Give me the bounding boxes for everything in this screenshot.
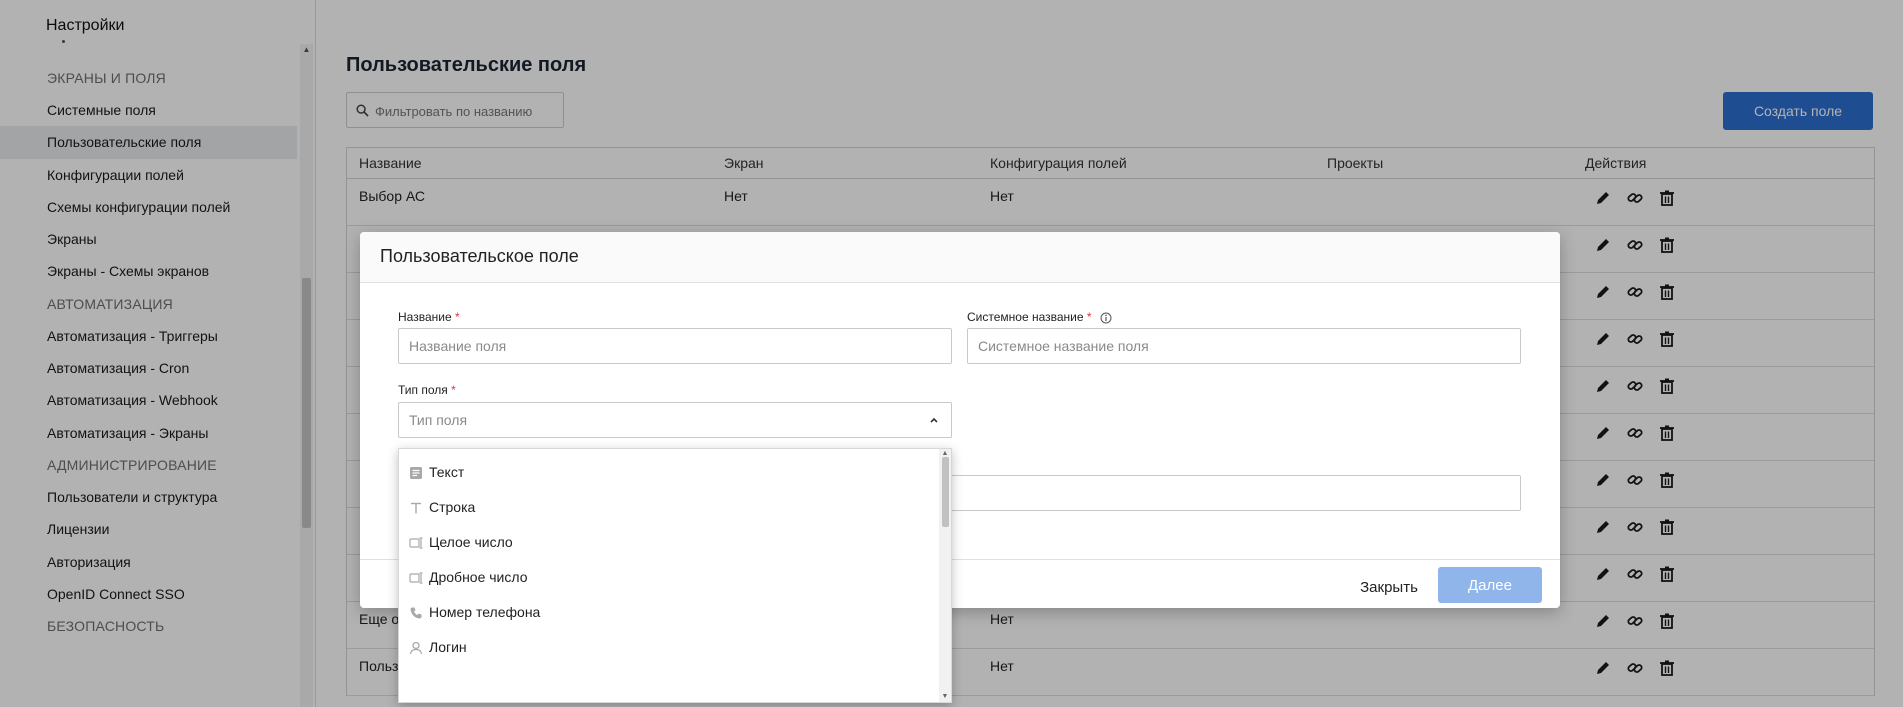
- system-name-input[interactable]: [968, 329, 1520, 363]
- dropdown-option[interactable]: Логин: [399, 627, 939, 669]
- user-icon: [409, 641, 423, 655]
- field-type-dropdown: ▲ ▼ Текст Строка Целое число Дробное число Н…: [398, 448, 952, 703]
- dropdown-option-label: Логин: [429, 639, 467, 655]
- dropdown-option-label: Целое число: [429, 534, 513, 550]
- modal-title: Пользовательское поле: [380, 246, 579, 266]
- modal-header: Пользовательское поле: [360, 232, 1560, 283]
- dropdown-option-label: Номер телефона: [429, 604, 541, 620]
- close-button[interactable]: Закрыть: [1334, 570, 1444, 604]
- system-name-label: Системное название *: [967, 310, 1112, 324]
- system-name-label-text: Системное название: [967, 310, 1084, 324]
- type-label: Тип поля *: [398, 383, 456, 397]
- scroll-down-arrow-icon[interactable]: ▼: [941, 693, 949, 701]
- hidden-field[interactable]: [920, 475, 1521, 511]
- system-name-field[interactable]: [967, 328, 1521, 364]
- name-input[interactable]: [399, 329, 951, 363]
- required-mark: *: [451, 383, 456, 397]
- name-field[interactable]: [398, 328, 952, 364]
- text-block-icon: [410, 467, 422, 479]
- decimal-icon: [409, 572, 423, 584]
- name-label: Название *: [398, 310, 460, 324]
- info-icon[interactable]: [1100, 312, 1112, 324]
- name-label-text: Название: [398, 310, 452, 324]
- integer-icon: [409, 537, 423, 549]
- dropdown-option-label: Строка: [429, 499, 476, 515]
- required-mark: *: [454, 310, 460, 324]
- next-button[interactable]: Далее: [1438, 567, 1542, 603]
- chevron-up-icon[interactable]: [929, 415, 939, 425]
- text-t-icon: [411, 502, 421, 514]
- dropdown-option-label: Дробное число: [429, 569, 528, 585]
- type-label-text: Тип поля: [398, 383, 448, 397]
- field-type-input[interactable]: [399, 403, 951, 437]
- field-type-select[interactable]: [398, 402, 952, 438]
- phone-icon: [410, 607, 422, 619]
- dropdown-option-label: Текст: [429, 464, 465, 480]
- required-mark: *: [1086, 310, 1092, 324]
- dropdown-scroll-thumb[interactable]: [942, 457, 949, 527]
